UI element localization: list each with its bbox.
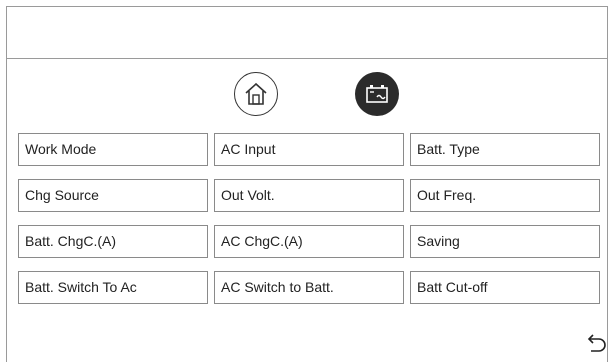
back-button[interactable] xyxy=(585,331,609,355)
setting-ac-input[interactable]: AC Input xyxy=(214,133,404,166)
battery-icon xyxy=(366,85,388,103)
setting-work-mode[interactable]: Work Mode xyxy=(18,133,208,166)
home-icon xyxy=(245,82,267,105)
header-bar xyxy=(6,6,608,59)
back-arrow-icon xyxy=(587,334,606,352)
setting-saving[interactable]: Saving xyxy=(410,225,600,258)
setting-batt-switch-to-ac[interactable]: Batt. Switch To Ac xyxy=(18,271,208,304)
setting-out-freq[interactable]: Out Freq. xyxy=(410,179,600,212)
setting-batt-chg-current[interactable]: Batt. ChgC.(A) xyxy=(18,225,208,258)
battery-button[interactable] xyxy=(355,72,399,116)
setting-ac-chg-current[interactable]: AC ChgC.(A) xyxy=(214,225,404,258)
setting-ac-switch-to-batt[interactable]: AC Switch to Batt. xyxy=(214,271,404,304)
setting-batt-type[interactable]: Batt. Type xyxy=(410,133,600,166)
setting-batt-cut-off[interactable]: Batt Cut-off xyxy=(410,271,600,304)
setting-out-volt[interactable]: Out Volt. xyxy=(214,179,404,212)
home-button[interactable] xyxy=(234,72,278,116)
setting-chg-source[interactable]: Chg Source xyxy=(18,179,208,212)
